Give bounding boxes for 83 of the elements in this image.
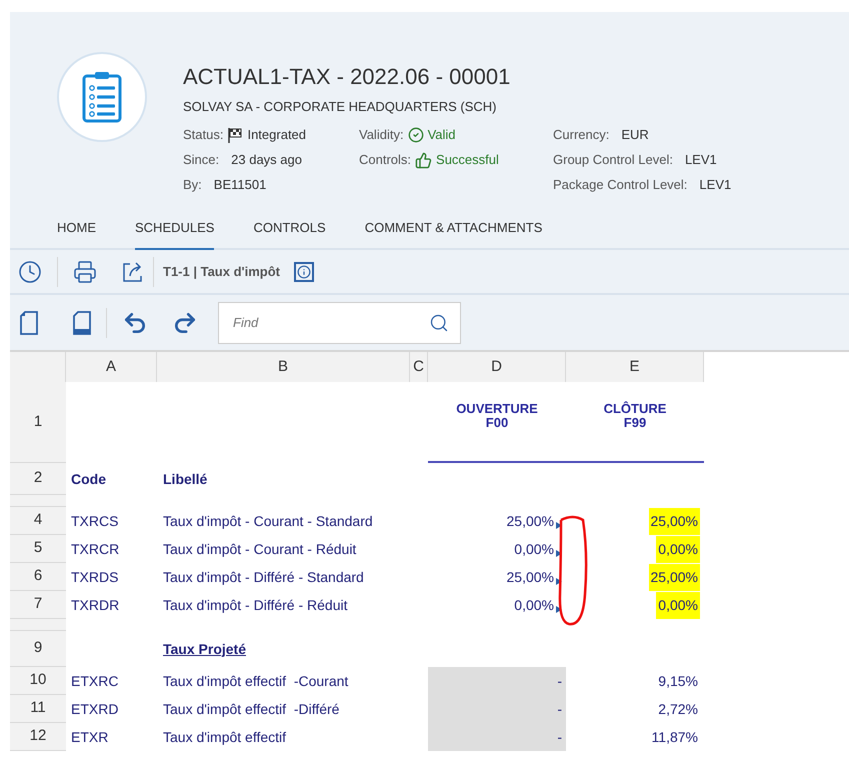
row-header[interactable]: 6: [10, 563, 66, 591]
table-cell-text: 0,00%: [513, 540, 555, 558]
table-cell-text: 0,00%: [513, 596, 555, 614]
row-header[interactable]: 10: [10, 667, 66, 695]
row-header[interactable]: 11: [10, 695, 66, 723]
table-cell-text: 25,00%: [506, 568, 555, 586]
table-cell: -: [428, 667, 566, 695]
table-cell-text: ETXR: [70, 728, 110, 746]
column-header[interactable]: C: [410, 352, 428, 382]
table-cell: -: [428, 695, 566, 723]
column-header[interactable]: A: [66, 352, 157, 382]
row-header[interactable]: 12: [10, 723, 66, 751]
info-icon[interactable]: [294, 262, 314, 282]
row-header[interactable]: 9: [10, 631, 66, 667]
column-header[interactable]: D: [428, 352, 566, 382]
thumbs-up-icon: [415, 152, 432, 168]
field-label: Package Control Level:: [553, 176, 688, 194]
field-value: Successful: [436, 151, 499, 170]
field-label: Controls:: [359, 151, 412, 170]
history-icon[interactable]: [18, 260, 42, 284]
field-label: By:: [183, 176, 202, 194]
table-cell-text: TXRCS: [70, 512, 120, 530]
table-cell-text: Taux d'impôt - Différé - Réduit: [162, 596, 348, 615]
table-cell-text: Taux d'impôt - Différé - Standard: [162, 568, 365, 587]
table-cell-text: TXRDR: [70, 596, 120, 614]
page-title: ACTUAL1-TAX - 2022.06 - 00001: [183, 63, 512, 91]
find-field[interactable]: Find: [218, 302, 461, 344]
table-cell-text: TXRDS: [70, 568, 120, 586]
field-value: EUR: [621, 126, 649, 144]
corner-cell[interactable]: [10, 352, 66, 382]
row-header[interactable]: 4: [10, 507, 66, 535]
table-cell: 25,00%: [648, 564, 700, 590]
column-label: Libellé: [162, 470, 208, 488]
tab[interactable]: HOME: [57, 210, 96, 250]
checkered-flag-icon: [227, 127, 244, 143]
table-cell-text: Taux d'impôt - Courant - Réduit: [162, 540, 358, 559]
field-value: LEV1: [699, 176, 732, 194]
column-label: Code: [70, 470, 107, 488]
field-label: Status:: [183, 126, 224, 144]
share-icon[interactable]: [122, 260, 144, 282]
row-header[interactable]: 7: [10, 591, 66, 619]
page-icon[interactable]: [20, 310, 38, 334]
field-value: Integrated: [247, 126, 306, 144]
table-cell: 0,00%: [656, 592, 700, 618]
table-cell: 0,00%: [656, 536, 700, 562]
row-header[interactable]: 1: [10, 382, 66, 463]
row-header[interactable]: 2: [10, 463, 66, 495]
table-cell-text: Taux d'impôt effectif -Différé: [162, 700, 340, 719]
field-label: Currency:: [553, 126, 610, 144]
search-icon[interactable]: [429, 312, 449, 332]
section-title: Taux Projeté: [162, 640, 247, 659]
page-icon[interactable]: [73, 310, 91, 334]
table-cell-text: 9,15%: [657, 672, 699, 690]
table-cell-text: 2,72%: [657, 700, 699, 718]
page-subtitle: SOLVAY SA - CORPORATE HEADQUARTERS (SCH): [183, 98, 498, 116]
tab[interactable]: COMMENT & ATTACHMENTS: [364, 210, 542, 250]
table-cell-text: Taux d'impôt effectif: [162, 728, 288, 747]
check-circle-icon: [408, 127, 424, 143]
field-label: Validity:: [359, 126, 404, 144]
field-label: Since:: [183, 151, 220, 170]
table-cell-text: TXRCR: [70, 540, 120, 558]
field-value: BE11501: [214, 176, 266, 194]
tab[interactable]: CONTROLS: [253, 210, 326, 250]
row-header[interactable]: 5: [10, 535, 66, 563]
column-heading: OUVERTURE F00: [455, 402, 539, 430]
table-cell-text: 11,87%: [650, 728, 699, 746]
table-cell-text: ETXRD: [70, 700, 120, 718]
field-value: Valid: [428, 126, 456, 144]
table-cell-text: Taux d'impôt effectif -Courant: [162, 672, 350, 691]
column-header[interactable]: B: [157, 352, 410, 382]
column-heading: CLÔTURE F99: [602, 402, 668, 430]
table-cell-text: ETXRC: [70, 672, 120, 690]
table-cell: -: [428, 723, 566, 751]
field-value: LEV1: [684, 151, 717, 170]
field-label: Group Control Level:: [553, 151, 673, 170]
table-cell: 25,00%: [648, 508, 700, 534]
tab[interactable]: SCHEDULES: [135, 210, 214, 250]
field-value: 23 days ago: [231, 151, 302, 170]
column-header[interactable]: E: [566, 352, 704, 382]
schedule-title: T1-1 | Taux d'impôt: [163, 262, 280, 281]
table-cell-text: Taux d'impôt - Courant - Standard: [162, 512, 374, 531]
table-cell-text: 25,00%: [506, 512, 555, 530]
print-icon[interactable]: [73, 260, 97, 284]
